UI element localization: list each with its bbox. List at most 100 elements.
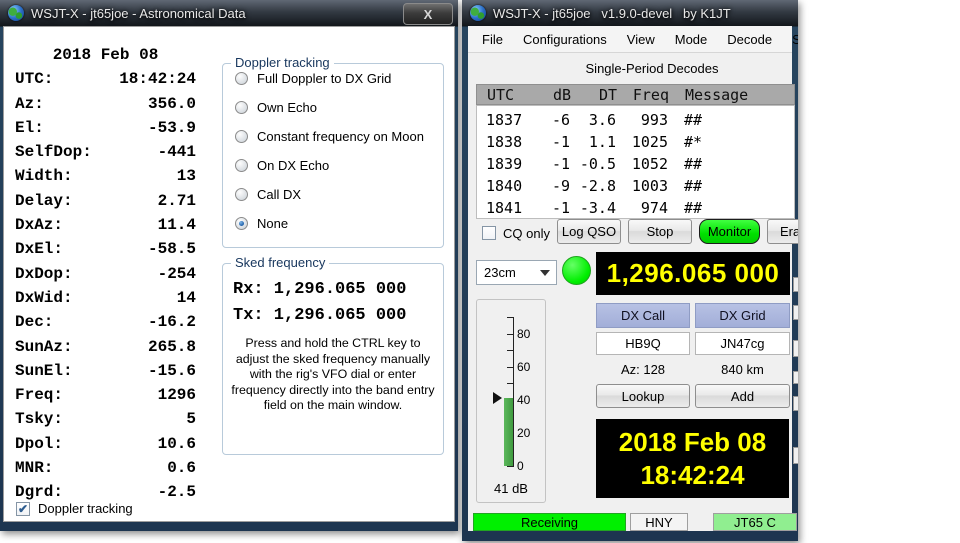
- dx-call-field[interactable]: HB9Q: [596, 332, 690, 355]
- radio-icon[interactable]: [235, 188, 248, 201]
- band-select[interactable]: 23cm: [476, 260, 557, 285]
- meter-tick-label: 40: [517, 393, 530, 407]
- main-window-title: WSJT-X - jt65joe v1.9.0-devel by K1JT: [493, 6, 731, 21]
- dx-distance-label: 840 km: [695, 362, 790, 377]
- meter-level-bar: [504, 398, 513, 466]
- meter-axis: [513, 317, 514, 467]
- meter-tick-label: 20: [517, 426, 530, 440]
- clipped-control-fragment: [793, 447, 798, 464]
- table-row[interactable]: 1838 -1 1.1 1025 #*: [477, 131, 794, 153]
- sked-rx-frequency: Rx: 1,296.065 000: [233, 280, 443, 299]
- radio-on-dx-echo[interactable]: On DX Echo: [235, 151, 443, 180]
- cq-only-checkbox[interactable]: [482, 226, 496, 240]
- astro-row-mnr: MNR:0.6: [15, 456, 196, 480]
- astro-row-width: Width:13: [15, 164, 196, 188]
- clipped-control-fragment: [793, 277, 798, 292]
- clipped-control-fragment: [793, 305, 798, 320]
- astro-window-title: WSJT-X - jt65joe - Astronomical Data: [31, 6, 246, 21]
- clipped-control-fragment: [793, 371, 798, 384]
- band-selected-value: 23cm: [484, 265, 516, 280]
- monitor-button[interactable]: Monitor: [699, 219, 760, 244]
- chevron-down-icon: [540, 270, 550, 276]
- main-titlebar[interactable]: WSJT-X - jt65joe v1.9.0-devel by K1JT: [462, 0, 798, 26]
- dx-grid-header: DX Grid: [695, 303, 790, 328]
- table-row[interactable]: 1837 -6 3.6 993 ##: [477, 109, 794, 131]
- table-row[interactable]: 1841 -1 -3.4 974 ##: [477, 197, 794, 219]
- radio-none[interactable]: None: [235, 209, 443, 238]
- single-period-decodes-title: Single-Period Decodes: [482, 61, 798, 76]
- radio-selected-icon[interactable]: [235, 217, 248, 230]
- wsjtx-globe-icon: [8, 5, 24, 21]
- radio-own-echo[interactable]: Own Echo: [235, 93, 443, 122]
- add-button[interactable]: Add: [695, 384, 790, 408]
- close-icon: X: [424, 8, 433, 21]
- wsjtx-main-window: WSJT-X - jt65joe v1.9.0-devel by K1JT Fi…: [462, 0, 798, 541]
- menu-configurations[interactable]: Configurations: [513, 28, 617, 51]
- checkbox-checked-icon[interactable]: ✔: [16, 502, 30, 516]
- astro-row-az: Az:356.0: [15, 92, 196, 116]
- meter-tick-label: 0: [517, 459, 524, 473]
- clock-time: 18:42:24: [640, 459, 744, 492]
- radio-call-dx[interactable]: Call DX: [235, 180, 443, 209]
- astro-date: 2018 Feb 08: [15, 43, 196, 67]
- radio-icon[interactable]: [235, 159, 248, 172]
- doppler-group-title: Doppler tracking: [231, 55, 334, 70]
- radio-icon[interactable]: [235, 130, 248, 143]
- log-qso-button[interactable]: Log QSO: [557, 219, 621, 244]
- utc-clock: 2018 Feb 08 18:42:24: [596, 419, 789, 498]
- sked-tx-frequency: Tx: 1,296.065 000: [233, 306, 443, 325]
- meter-level-label: 41 dB: [477, 481, 545, 496]
- astro-row-dxdop: DxDop:-254: [15, 262, 196, 286]
- radio-icon[interactable]: [235, 101, 248, 114]
- menu-decode[interactable]: Decode: [717, 28, 782, 51]
- lookup-button[interactable]: Lookup: [596, 384, 690, 408]
- clipped-control-fragment: [793, 340, 798, 357]
- cq-only-label: CQ only: [503, 226, 550, 241]
- doppler-tracking-checkbox-row[interactable]: ✔ Doppler tracking: [16, 501, 133, 516]
- dx-azimuth-label: Az: 128: [596, 362, 690, 377]
- sked-help-text: Press and hold the CTRL key to adjust th…: [223, 332, 443, 414]
- astro-row-dxel: DxEl:-58.5: [15, 237, 196, 261]
- meter-tick-label: 60: [517, 360, 530, 374]
- astro-content: 2018 Feb 08 UTC:18:42:24 Az:356.0 El:-53…: [3, 26, 455, 522]
- astro-row-sunel: SunEl:-15.6: [15, 359, 196, 383]
- menu-file[interactable]: File: [472, 28, 513, 51]
- astro-row-dec: Dec:-16.2: [15, 310, 196, 334]
- sked-frequency-group: Sked frequency Rx: 1,296.065 000 Tx: 1,2…: [222, 263, 444, 455]
- astro-row-freq: Freq:1296: [15, 383, 196, 407]
- meter-marker-icon: [493, 392, 502, 404]
- astro-row-dpol: Dpol:10.6: [15, 432, 196, 456]
- radio-constant-freq-moon[interactable]: Constant frequency on Moon: [235, 122, 443, 151]
- signal-meter: 80 60 40 20 0 41 dB: [476, 299, 546, 503]
- astro-row-dxwid: DxWid:14: [15, 286, 196, 310]
- stop-button[interactable]: Stop: [628, 219, 692, 244]
- menu-view[interactable]: View: [617, 28, 665, 51]
- doppler-tracking-group: Doppler tracking Full Doppler to DX Grid…: [222, 63, 444, 248]
- frequency-display: 1,296.065 000: [596, 252, 790, 295]
- decode-table-header: UTC dB DT Freq Message: [476, 84, 795, 105]
- menu-bar: File Configurations View Mode Decode Sav…: [468, 26, 792, 53]
- meter-tick-label: 80: [517, 327, 530, 341]
- table-row[interactable]: 1839 -1 -0.5 1052 ##: [477, 153, 794, 175]
- close-button[interactable]: X: [403, 3, 453, 25]
- status-mode: JT65 C: [713, 513, 797, 531]
- astro-row-utc: UTC:18:42:24: [15, 67, 196, 91]
- clipped-control-fragment: [793, 396, 798, 411]
- table-row[interactable]: 1840 -9 -2.8 1003 ##: [477, 175, 794, 197]
- wsjtx-globe-icon: [470, 5, 486, 21]
- astro-row-sunaz: SunAz:265.8: [15, 335, 196, 359]
- status-receiving: Receiving: [473, 513, 626, 531]
- radio-icon[interactable]: [235, 72, 248, 85]
- dx-call-header: DX Call: [596, 303, 690, 328]
- astro-titlebar[interactable]: WSJT-X - jt65joe - Astronomical Data X: [0, 0, 458, 26]
- menu-mode[interactable]: Mode: [665, 28, 718, 51]
- erase-button[interactable]: Erase: [767, 219, 798, 244]
- clock-date: 2018 Feb 08: [619, 426, 766, 459]
- menu-save[interactable]: Save: [782, 28, 798, 51]
- astro-row-el: El:-53.9: [15, 116, 196, 140]
- astro-row-dxaz: DxAz:11.4: [15, 213, 196, 237]
- dx-grid-field[interactable]: JN47cg: [695, 332, 790, 355]
- astro-data-list: 2018 Feb 08 UTC:18:42:24 Az:356.0 El:-53…: [15, 43, 196, 505]
- astro-row-tsky: Tsky:5: [15, 407, 196, 431]
- status-hny: HNY: [630, 513, 688, 531]
